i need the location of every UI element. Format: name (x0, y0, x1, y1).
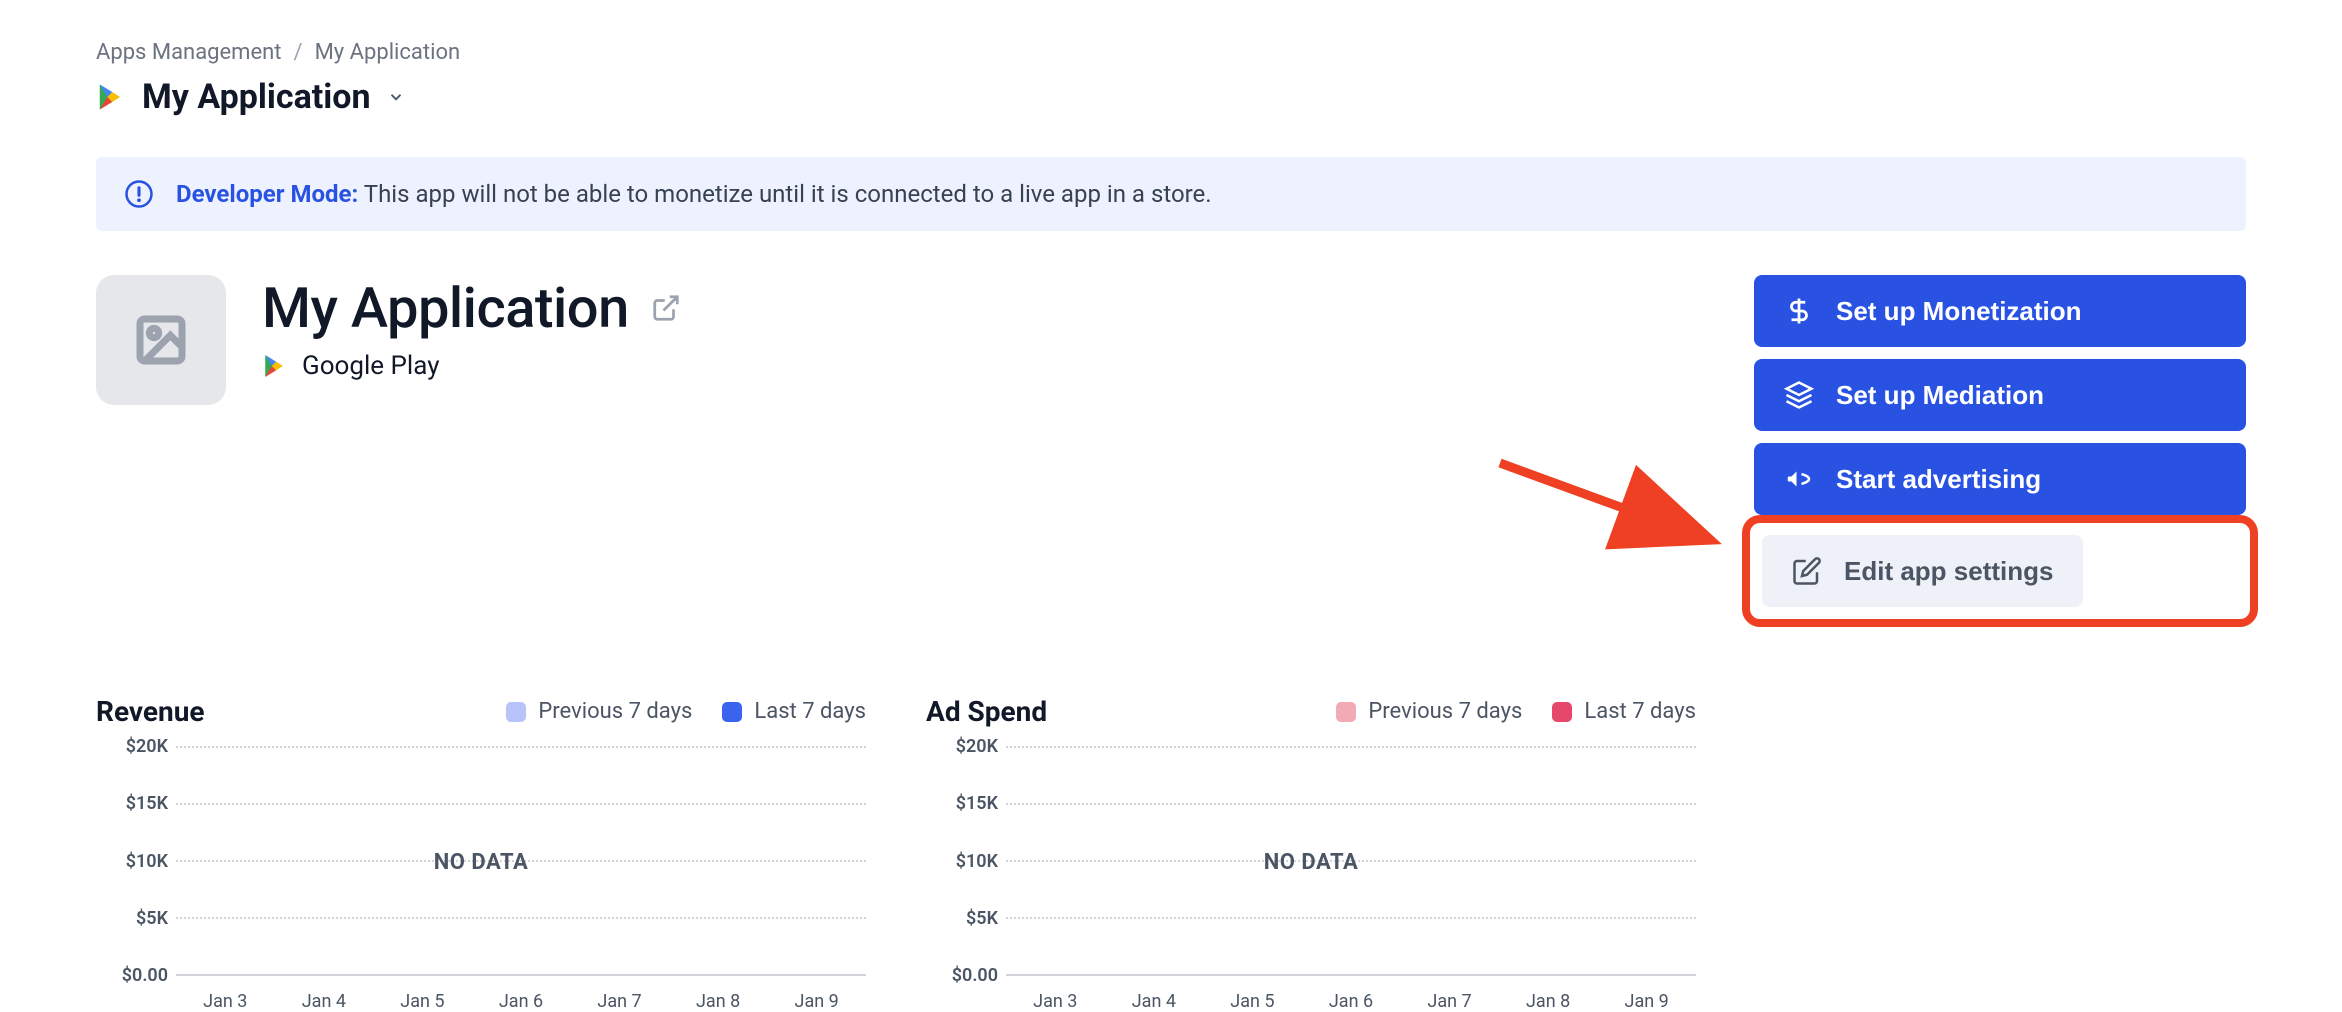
legend-swatch-icon (506, 702, 526, 722)
app-name: My Application (262, 275, 629, 341)
banner-text: Developer Mode: This app will not be abl… (176, 180, 1212, 208)
megaphone-icon (1784, 464, 1814, 494)
chart-title: Ad Spend (926, 695, 1047, 728)
legend-swatch-icon (1336, 702, 1356, 722)
button-label: Set up Monetization (1836, 296, 2082, 327)
banner-strong: Developer Mode: (176, 180, 358, 208)
image-placeholder-icon (133, 312, 189, 368)
legend-previous: Previous 7 days (506, 699, 692, 724)
breadcrumb-separator: / (294, 40, 303, 65)
legend-label: Previous 7 days (1368, 699, 1522, 724)
legend-previous: Previous 7 days (1336, 699, 1522, 724)
ytick: $5K (926, 908, 998, 929)
legend-label: Last 7 days (1584, 699, 1696, 724)
legend-last: Last 7 days (722, 699, 866, 724)
setup-monetization-button[interactable]: Set up Monetization (1754, 275, 2246, 347)
chevron-down-icon (387, 88, 405, 106)
ytick: $0.00 (926, 965, 998, 986)
adspend-chart: Ad Spend Previous 7 days Last 7 days $20… (926, 695, 1696, 1006)
chart-body: $20K $15K $10K $5K $0.00 NO DATA Jan 3 J… (96, 746, 866, 1006)
layers-icon (1784, 380, 1814, 410)
button-label: Edit app settings (1844, 556, 2053, 587)
external-link-icon[interactable] (651, 293, 681, 323)
developer-mode-banner: Developer Mode: This app will not be abl… (96, 157, 2246, 231)
legend-swatch-icon (1552, 702, 1572, 722)
ytick: $15K (96, 793, 168, 814)
legend-label: Previous 7 days (538, 699, 692, 724)
app-header: My Application Google Play (96, 275, 1714, 405)
edit-app-settings-button[interactable]: Edit app settings (1762, 535, 2083, 607)
ytick: $0.00 (96, 965, 168, 986)
button-label: Set up Mediation (1836, 380, 2044, 411)
no-data-label: NO DATA (926, 850, 1696, 875)
app-selector-name: My Application (142, 77, 371, 117)
ytick: $20K (926, 736, 998, 757)
annotation-arrow-icon (1490, 453, 1730, 553)
chart-legend: Previous 7 days Last 7 days (1336, 699, 1696, 724)
breadcrumb-current: My Application (315, 40, 461, 65)
chart-title: Revenue (96, 695, 205, 728)
chart-body: $20K $15K $10K $5K $0.00 NO DATA Jan 3 J… (926, 746, 1696, 1006)
app-selector[interactable]: My Application (96, 77, 2246, 117)
legend-swatch-icon (722, 702, 742, 722)
button-label: Start advertising (1836, 464, 2041, 495)
breadcrumb-root[interactable]: Apps Management (96, 40, 282, 65)
info-icon (124, 179, 154, 209)
app-icon-placeholder (96, 275, 226, 405)
ytick: $15K (926, 793, 998, 814)
edit-icon (1792, 556, 1822, 586)
chart-legend: Previous 7 days Last 7 days (506, 699, 866, 724)
no-data-label: NO DATA (96, 850, 866, 875)
banner-body: This app will not be able to monetize un… (364, 180, 1212, 208)
legend-last: Last 7 days (1552, 699, 1696, 724)
google-play-icon (96, 82, 126, 112)
ytick: $20K (96, 736, 168, 757)
store-name: Google Play (302, 351, 440, 381)
legend-label: Last 7 days (754, 699, 866, 724)
setup-mediation-button[interactable]: Set up Mediation (1754, 359, 2246, 431)
google-play-icon (262, 353, 288, 379)
dollar-icon (1784, 296, 1814, 326)
revenue-chart: Revenue Previous 7 days Last 7 days $20K… (96, 695, 866, 1006)
breadcrumb: Apps Management / My Application (96, 40, 2246, 65)
start-advertising-button[interactable]: Start advertising (1754, 443, 2246, 515)
highlight-callout: Edit app settings (1742, 515, 2258, 627)
ytick: $5K (96, 908, 168, 929)
actions-column: Set up Monetization Set up Mediation Sta… (1754, 275, 2246, 615)
